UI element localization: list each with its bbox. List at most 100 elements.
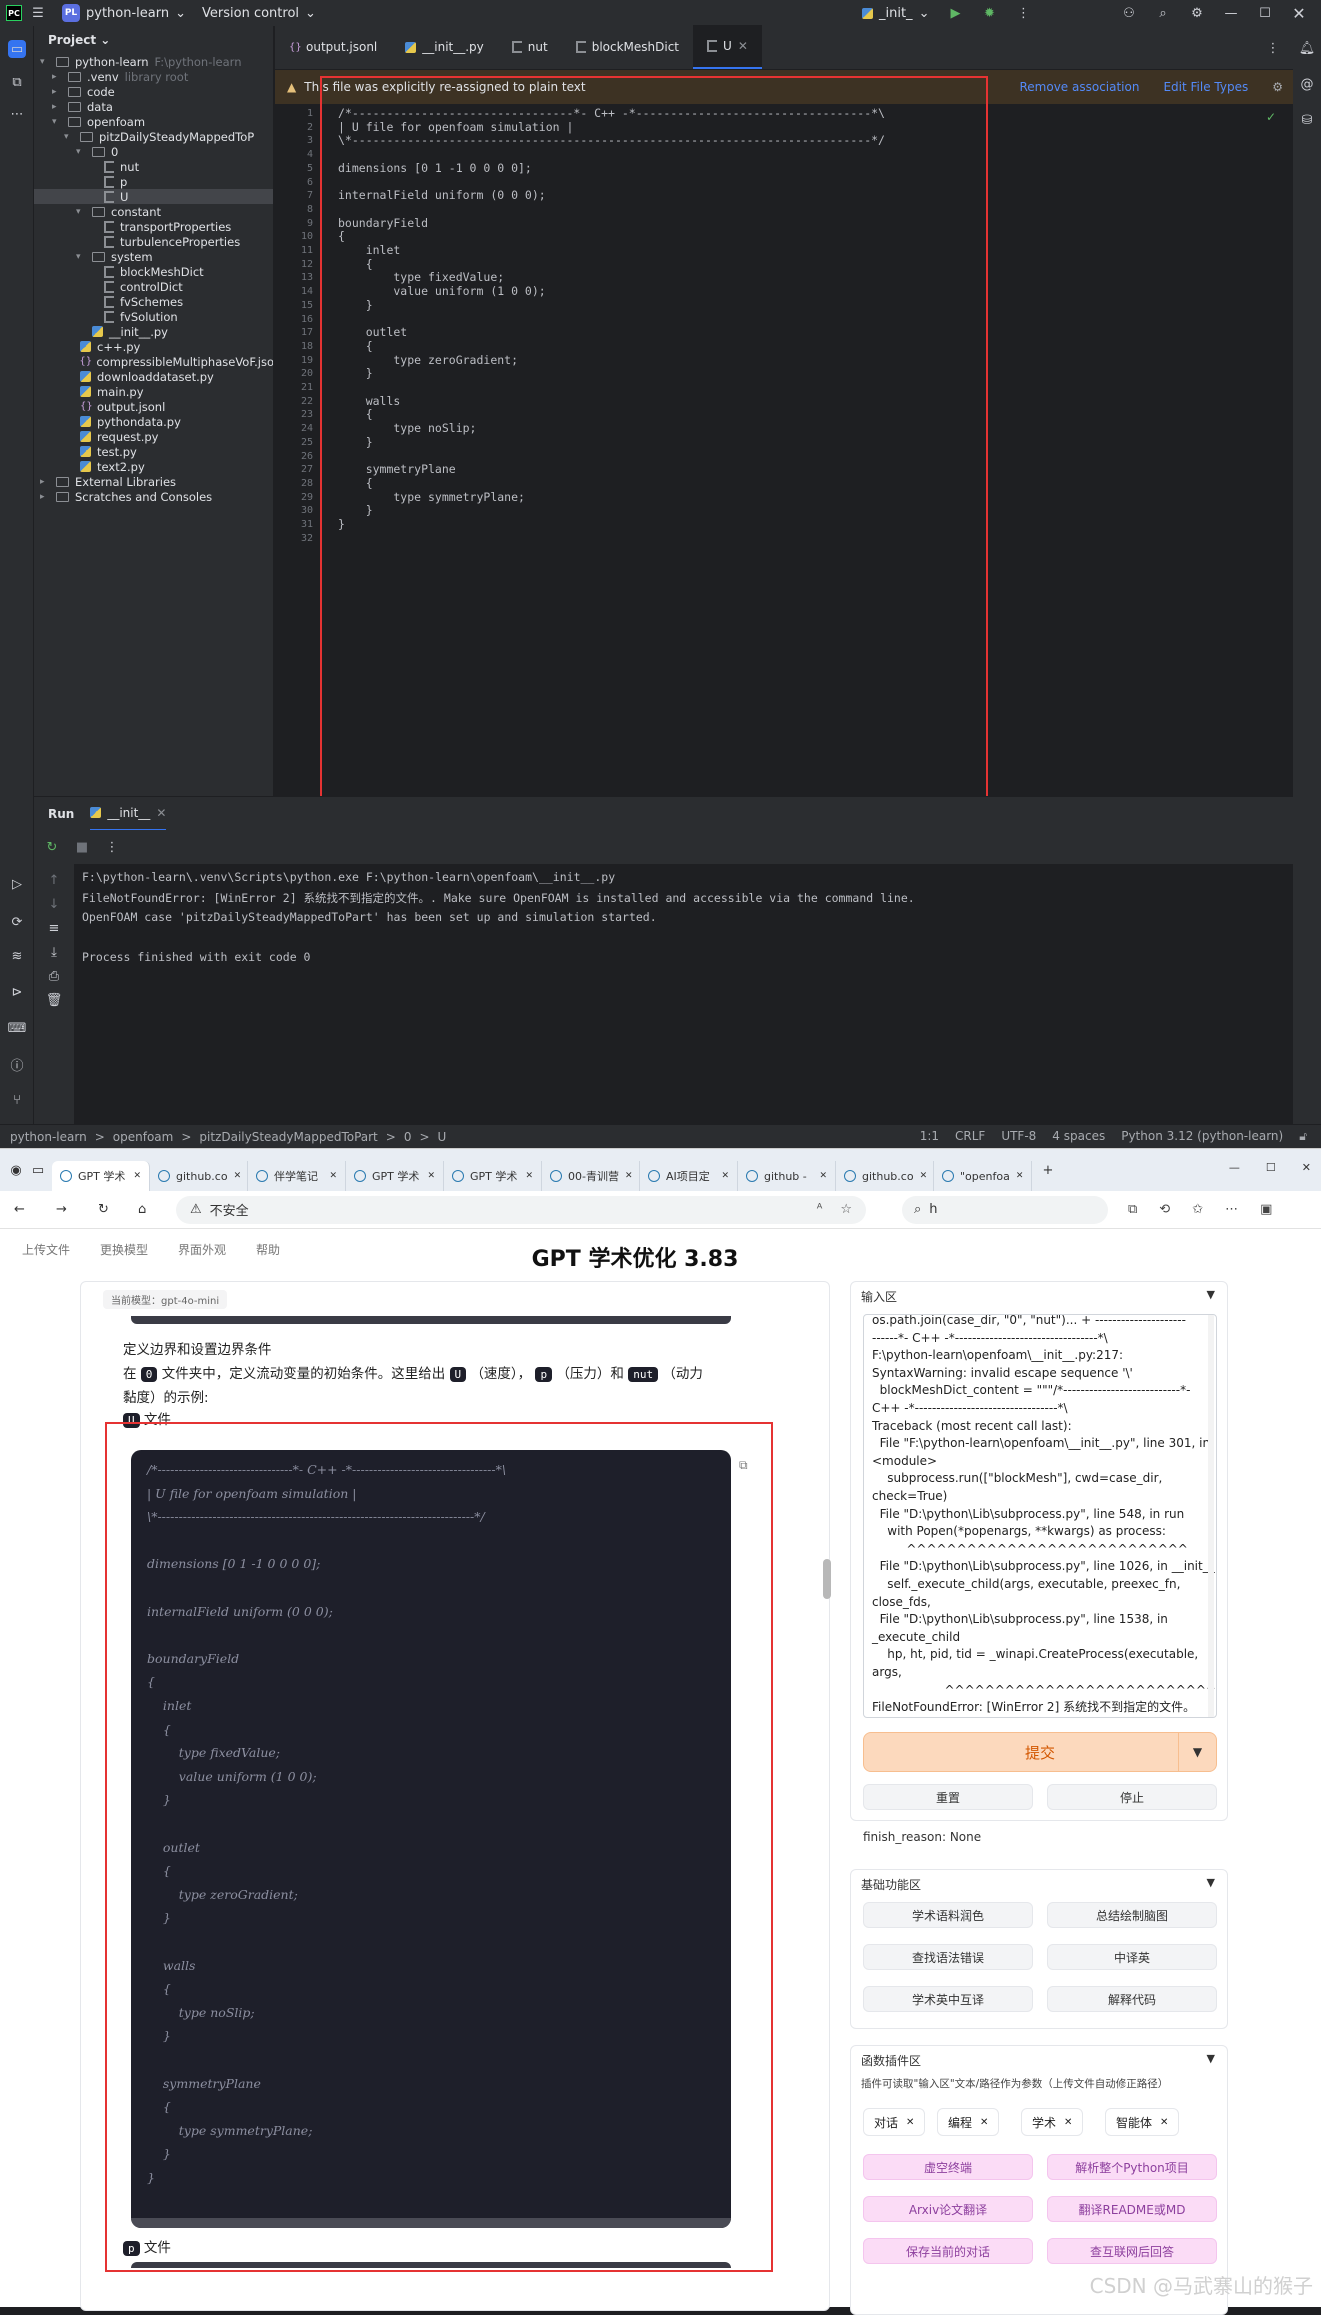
plugin-button[interactable]: 虚空终端 — [863, 2154, 1033, 2180]
top-menu-item[interactable]: 帮助 — [256, 1241, 280, 1258]
close-icon[interactable]: ✕ — [133, 1171, 141, 1181]
tree-item[interactable]: p — [34, 174, 273, 189]
collapse-triangle-icon[interactable]: ▼ — [1207, 2052, 1215, 2065]
tree-item[interactable]: c++.py — [34, 339, 273, 354]
gear-icon[interactable]: ⚙ — [1189, 5, 1205, 21]
close-icon[interactable]: ✕ — [1064, 2117, 1072, 2128]
editor-scrollbar[interactable] — [1285, 104, 1293, 796]
extensions-icon[interactable]: ⟲ — [1159, 1202, 1170, 1217]
stop-button[interactable]: 停止 — [1047, 1784, 1217, 1810]
tree-item[interactable]: ▾ constant — [34, 204, 273, 219]
project-folder-icon[interactable]: ▭ — [8, 40, 26, 58]
address-bar[interactable]: ⚠ 不安全 ᴬ ☆ — [176, 1195, 866, 1224]
gear-icon[interactable]: ⚙ — [1272, 80, 1283, 94]
browser-tab[interactable]: GPT 学术 ✕ — [444, 1161, 542, 1191]
sidebar-icon[interactable]: ▣ — [1260, 1202, 1272, 1217]
browser-tab[interactable]: 伴学笔记 ✕ — [248, 1161, 346, 1191]
top-menu-item[interactable]: 更换模型 — [100, 1241, 148, 1258]
structure-icon[interactable]: ⧉ — [9, 74, 25, 90]
close-icon[interactable]: ✕ — [920, 1171, 928, 1181]
minimize-icon[interactable]: — — [1229, 1161, 1240, 1174]
favorite-icon[interactable]: ☆ — [840, 1202, 852, 1217]
tree-item[interactable]: ▸ Scratches and Consoles — [34, 489, 273, 504]
tree-item[interactable]: ▸ code — [34, 84, 273, 99]
tree-item[interactable]: fvSchemes — [34, 294, 273, 309]
reload-icon[interactable]: ↻ — [98, 1202, 109, 1217]
close-icon[interactable]: ✕ — [1302, 1161, 1311, 1174]
editor-tab[interactable]: nut — [498, 25, 562, 69]
tree-item[interactable]: ▸ data — [34, 99, 273, 114]
up-arrow-icon[interactable]: ↑ — [46, 872, 62, 888]
maximize-icon[interactable]: ☐ — [1266, 1161, 1276, 1174]
vcs-menu[interactable]: Version control ⌄ — [194, 0, 324, 26]
tree-item[interactable]: __init__.py — [34, 324, 273, 339]
more-icon[interactable]: ⋮ — [104, 839, 120, 855]
basic-function-button[interactable]: 学术语料润色 — [863, 1902, 1033, 1928]
plugin-button[interactable]: 解析整个Python项目 — [1047, 2154, 1217, 2180]
close-icon[interactable]: ✕ — [1016, 1171, 1024, 1181]
add-user-icon[interactable]: ⚇ — [1121, 5, 1137, 21]
more-icon[interactable]: ⋮ — [1015, 5, 1031, 21]
chevron-down-icon[interactable]: ▾ — [40, 57, 50, 67]
run-config-selector[interactable]: _init_ ⌄ — [862, 0, 929, 26]
scroll-end-icon[interactable]: ⤓ — [46, 944, 62, 960]
minimize-icon[interactable]: — — [1223, 5, 1239, 21]
tree-item[interactable]: ▾ python-learn F:\python-learn — [34, 54, 273, 69]
tree-item[interactable]: controlDict — [34, 279, 273, 294]
edit-file-types-link[interactable]: Edit File Types — [1163, 80, 1248, 94]
chevron-down-icon[interactable]: ▾ — [52, 117, 62, 127]
browser-tab[interactable]: github - ✕ — [738, 1161, 836, 1191]
plugin-button[interactable]: 查互联网后回答 — [1047, 2238, 1217, 2264]
close-icon[interactable]: ✕ — [156, 806, 166, 820]
tree-item[interactable]: downloaddataset.py — [34, 369, 273, 384]
run-console[interactable]: F:\python-learn\.venv\Scripts\python.exe… — [74, 864, 1293, 1124]
close-icon[interactable]: ✕ — [721, 1171, 729, 1181]
chevron-right-icon[interactable]: ▸ — [52, 72, 62, 82]
plugin-category-chip[interactable]: 编程 ✕ — [937, 2108, 1000, 2136]
tree-item[interactable]: ▾ system — [34, 249, 273, 264]
tree-item[interactable]: nut — [34, 159, 273, 174]
close-icon[interactable]: ✕ — [625, 1171, 633, 1181]
cursor-position[interactable]: 1:1 — [920, 1129, 939, 1144]
tree-item[interactable]: U — [34, 189, 273, 204]
plugin-button[interactable]: Arxiv论文翻译 — [863, 2196, 1033, 2222]
close-icon[interactable]: ✕ — [525, 1171, 533, 1181]
search-box[interactable]: ⌕ h — [902, 1195, 1108, 1224]
close-icon[interactable]: ✕ — [738, 39, 748, 53]
search-icon[interactable]: ⌕ — [1155, 5, 1171, 21]
database-icon[interactable]: ⛁ — [1299, 112, 1315, 128]
down-arrow-icon[interactable]: ↓ — [46, 896, 62, 912]
tree-item[interactable]: ▾ pitzDailySteadyMappedToP — [34, 129, 273, 144]
debug-icon[interactable]: ✹ — [981, 5, 997, 21]
close-icon[interactable]: ✕ — [329, 1171, 337, 1181]
tab-actions-icon[interactable]: ▭ — [30, 1162, 46, 1178]
problems-icon[interactable]: ⓘ — [9, 1056, 25, 1074]
tree-item[interactable]: ▸ .venv library root — [34, 69, 273, 84]
input-textarea[interactable]: os.path.join(case_dir, "0", "nut")... + … — [863, 1314, 1217, 1718]
chevron-right-icon[interactable]: ▸ — [40, 477, 50, 487]
editor-tab[interactable]: blockMeshDict — [562, 25, 693, 69]
collapse-triangle-icon[interactable]: ▼ — [1207, 1876, 1215, 1889]
tree-item[interactable]: ▸ External Libraries — [34, 474, 273, 489]
trash-icon[interactable]: 🗑︎ — [46, 992, 63, 1008]
chat-scrollbar[interactable] — [823, 1559, 831, 1599]
tree-item[interactable]: fvSolution — [34, 309, 273, 324]
layers-icon[interactable]: ≋ — [9, 948, 25, 964]
chevron-down-icon[interactable]: ▾ — [64, 132, 74, 142]
breadcrumb-item[interactable]: python-learn — [10, 1130, 87, 1144]
editor-tab[interactable]: __init__.py — [391, 25, 498, 69]
project-panel-header[interactable]: Project ⌄ — [34, 26, 273, 54]
tree-item[interactable]: {} output.jsonl — [34, 399, 273, 414]
tree-item[interactable]: ▾ openfoam — [34, 114, 273, 129]
split-screen-icon[interactable]: ⧉ — [1128, 1202, 1137, 1217]
services-icon[interactable]: ⊳ — [9, 984, 25, 1000]
breadcrumb-item[interactable]: pitzDailySteadyMappedToPart — [199, 1130, 377, 1144]
breadcrumb-item[interactable]: openfoam — [113, 1130, 174, 1144]
git-icon[interactable]: ⑂ — [9, 1092, 25, 1108]
tree-item[interactable]: pythondata.py — [34, 414, 273, 429]
stop-icon[interactable]: ■ — [74, 839, 90, 855]
basic-function-button[interactable]: 学术英中互译 — [863, 1986, 1033, 2012]
run-icon[interactable]: ▶ — [947, 5, 963, 21]
main-menu-button[interactable]: ☰ — [22, 0, 54, 26]
rerun-icon[interactable]: ↻ — [44, 839, 60, 855]
